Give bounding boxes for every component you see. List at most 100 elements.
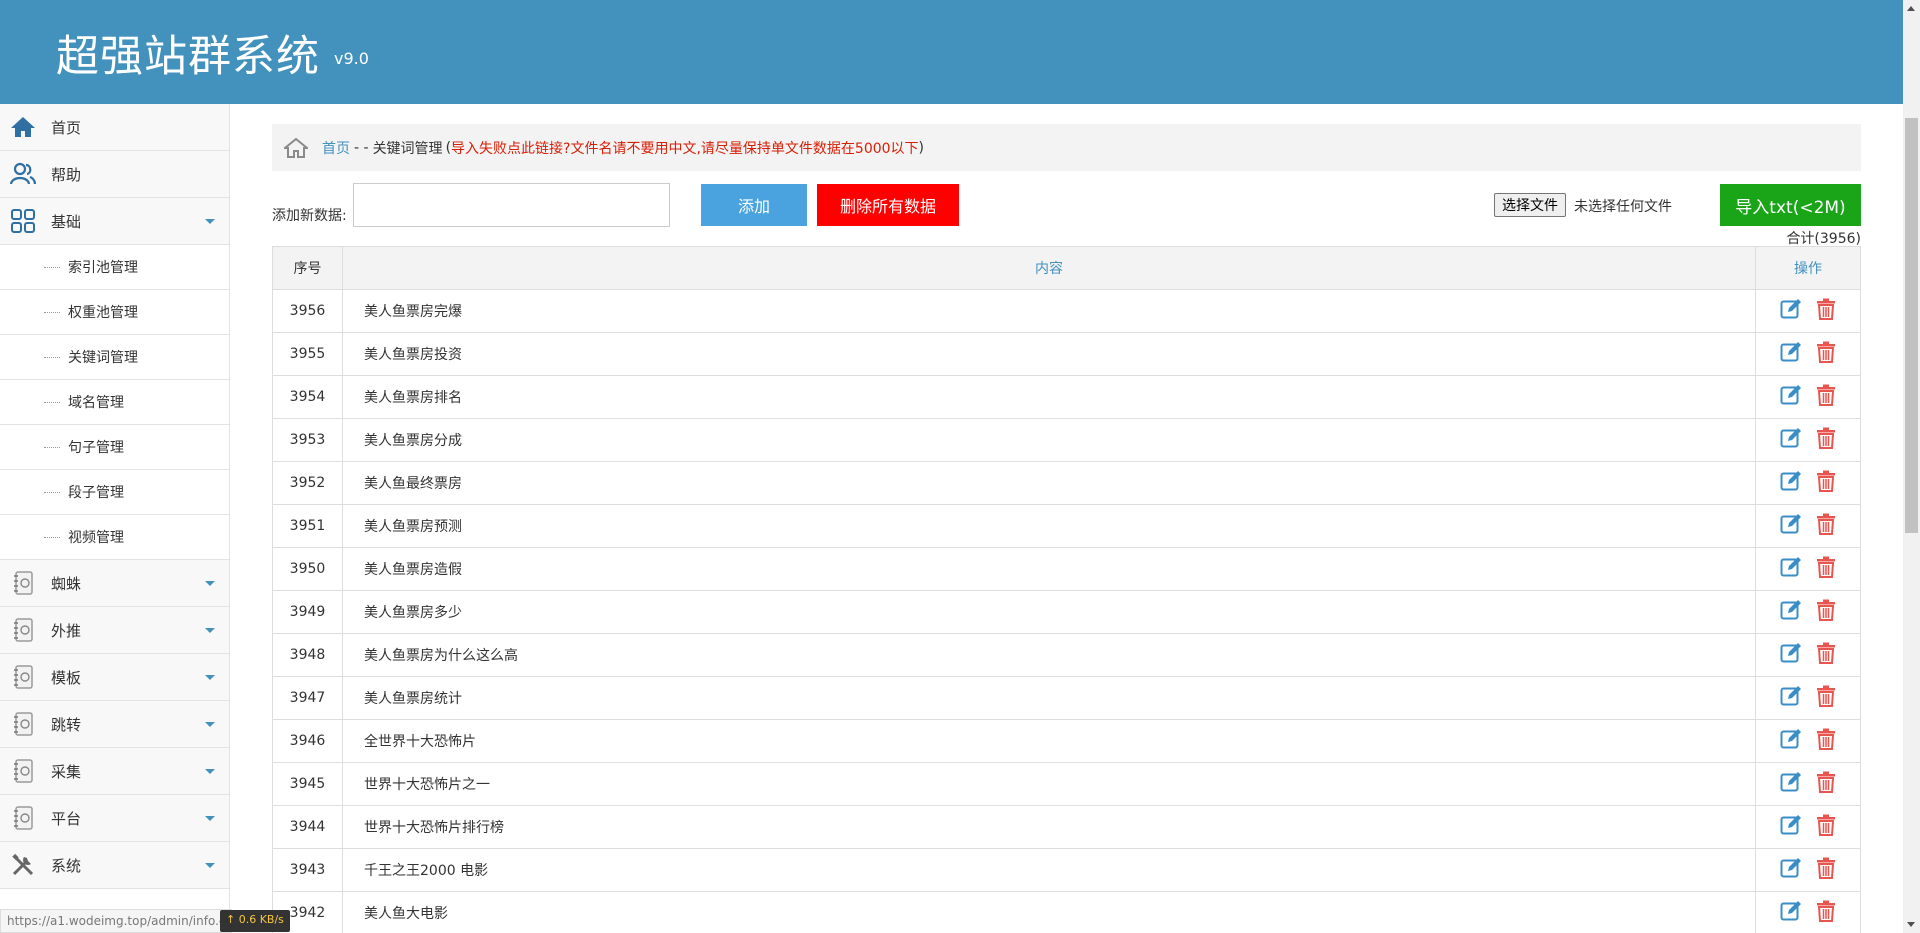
sidebar-submenu: 索引池管理权重池管理关键词管理 域名管理 句子管理 段子管理 视频管理 [0, 245, 229, 560]
trash-icon[interactable] [1816, 771, 1836, 797]
trash-icon[interactable] [1816, 470, 1836, 496]
sidebar-item-9[interactable]: 系统 [0, 842, 229, 889]
sidebar-subitem-5[interactable]: 段子管理 [0, 470, 229, 515]
trash-icon[interactable] [1816, 814, 1836, 840]
delete-all-button[interactable]: 删除所有数据 [817, 184, 959, 226]
tools-icon [9, 851, 37, 879]
notebook-icon [9, 804, 37, 832]
sidebar-item-4[interactable]: 外推 [0, 607, 229, 654]
trash-icon[interactable] [1816, 728, 1836, 754]
browser-status-url: https://a1.wodeimg.top/admin/info.c [0, 909, 233, 933]
table-header-row: 序号 内容 操作 [272, 246, 1861, 290]
page-scrollbar[interactable] [1903, 0, 1920, 933]
users-icon [9, 160, 37, 188]
sidebar-item-0[interactable]: 首页 [0, 104, 229, 151]
row-content: 美人鱼最终票房 [342, 461, 1756, 505]
scrollbar-thumb[interactable] [1905, 118, 1918, 533]
trash-icon[interactable] [1816, 513, 1836, 539]
add-data-input[interactable] [353, 183, 670, 227]
edit-icon[interactable] [1780, 771, 1802, 797]
sidebar-subitem-6[interactable]: 视频管理 [0, 515, 229, 560]
table-row: 3943 千王之王2000 电影 [272, 848, 1861, 892]
add-button[interactable]: 添加 [701, 184, 807, 226]
trash-icon[interactable] [1816, 341, 1836, 367]
sidebar-item-6[interactable]: 跳转 [0, 701, 229, 748]
sidebar-item-3[interactable]: 蜘蛛 [0, 560, 229, 607]
edit-icon[interactable] [1780, 900, 1802, 926]
trash-icon[interactable] [1816, 599, 1836, 625]
trash-icon[interactable] [1816, 857, 1836, 883]
row-content: 世界十大恐怖片之一 [342, 762, 1756, 806]
sidebar-item-2[interactable]: 基础 [0, 198, 229, 245]
sidebar-item-label: 首页 [51, 118, 82, 137]
row-actions [1755, 418, 1861, 462]
breadcrumb-current: 关键词管理 [372, 140, 443, 157]
trash-icon[interactable] [1816, 642, 1836, 668]
scroll-up-icon[interactable] [1907, 6, 1915, 11]
sidebar-item-label: 蜘蛛 [51, 574, 82, 593]
sidebar-subitem-4[interactable]: 句子管理 [0, 425, 229, 470]
sidebar-subitem-0[interactable]: 索引池管理 [0, 245, 229, 290]
notebook-icon [9, 757, 37, 785]
sidebar-subitem-2[interactable]: 关键词管理 [0, 335, 229, 380]
import-help-link[interactable]: 导入失败点此链接?文件名请不要用中文,请尽量保持单文件数据在5000以下 [451, 138, 919, 158]
edit-icon[interactable] [1780, 298, 1802, 324]
breadcrumb-home-link[interactable]: 首页 [322, 138, 350, 158]
row-content: 美人鱼票房投资 [342, 332, 1756, 376]
app-title: 超强站群系统 [56, 32, 320, 82]
sidebar-item-5[interactable]: 模板 [0, 654, 229, 701]
edit-icon[interactable] [1780, 384, 1802, 410]
row-content: 千王之王2000 电影 [342, 848, 1756, 892]
file-status: 未选择任何文件 [1574, 199, 1672, 215]
row-content: 美人鱼票房为什么这么高 [342, 633, 1756, 677]
trash-icon[interactable] [1816, 298, 1836, 324]
sidebar-item-label: 跳转 [51, 715, 82, 734]
import-txt-button[interactable]: 导入txt(<2M) [1720, 184, 1861, 226]
scroll-down-icon[interactable] [1907, 922, 1915, 927]
trash-icon[interactable] [1816, 685, 1836, 711]
edit-icon[interactable] [1780, 642, 1802, 668]
row-id: 3943 [272, 848, 343, 892]
row-actions [1755, 891, 1861, 933]
edit-icon[interactable] [1780, 341, 1802, 367]
chevron-down-icon [205, 863, 215, 868]
sidebar-item-8[interactable]: 平台 [0, 795, 229, 842]
sidebar-item-7[interactable]: 采集 [0, 748, 229, 795]
sidebar-subitem-label: 权重池管理 [68, 305, 138, 321]
row-id: 3950 [272, 547, 343, 591]
edit-icon[interactable] [1780, 513, 1802, 539]
trash-icon[interactable] [1816, 556, 1836, 582]
edit-icon[interactable] [1780, 685, 1802, 711]
table-row: 3950 美人鱼票房造假 [272, 547, 1861, 591]
row-actions [1755, 461, 1861, 505]
row-actions [1755, 719, 1861, 763]
tree-dash [44, 267, 60, 268]
row-id: 3946 [272, 719, 343, 763]
edit-icon[interactable] [1780, 599, 1802, 625]
choose-file-button[interactable]: 选择文件 [1494, 193, 1566, 217]
trash-icon[interactable] [1816, 427, 1836, 453]
sidebar-item-label: 外推 [51, 621, 82, 640]
table-row: 3949 美人鱼票房多少 [272, 590, 1861, 634]
edit-icon[interactable] [1780, 427, 1802, 453]
sidebar-subitem-label: 索引池管理 [68, 260, 138, 276]
row-id: 3956 [272, 289, 343, 333]
row-content: 美人鱼大电影 [342, 891, 1756, 933]
edit-icon[interactable] [1780, 556, 1802, 582]
edit-icon[interactable] [1780, 857, 1802, 883]
sidebar-item-1[interactable]: 帮助 [0, 151, 229, 198]
trash-icon[interactable] [1816, 900, 1836, 926]
edit-icon[interactable] [1780, 728, 1802, 754]
edit-icon[interactable] [1780, 814, 1802, 840]
sidebar-subitem-1[interactable]: 权重池管理 [0, 290, 229, 335]
row-actions [1755, 805, 1861, 849]
sidebar-subitem-3[interactable]: 域名管理 [0, 380, 229, 425]
table-row: 3951 美人鱼票房预测 [272, 504, 1861, 548]
edit-icon[interactable] [1780, 470, 1802, 496]
row-content: 美人鱼票房分成 [342, 418, 1756, 462]
trash-icon[interactable] [1816, 384, 1836, 410]
notebook-icon [9, 569, 37, 597]
row-id: 3955 [272, 332, 343, 376]
table-row: 3956 美人鱼票房完爆 [272, 289, 1861, 333]
table-row: 3942 美人鱼大电影 [272, 891, 1861, 933]
